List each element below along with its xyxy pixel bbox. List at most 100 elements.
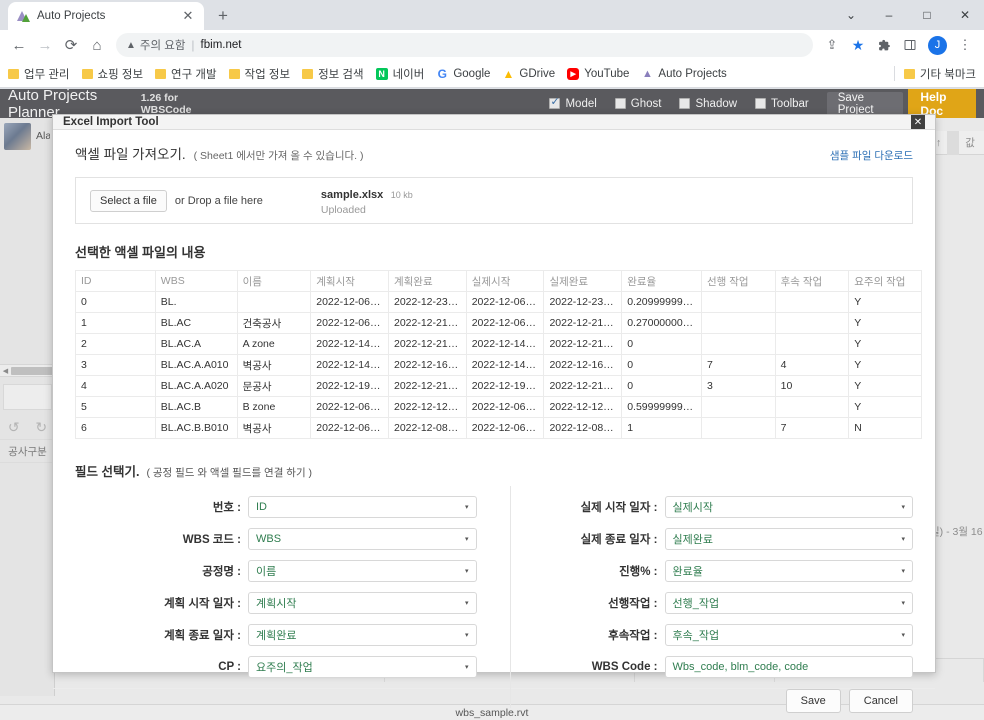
table-cell: BL.AC.A.A010 [154, 354, 238, 376]
checkbox-box[interactable] [614, 98, 626, 109]
bookmark-auto-projects[interactable]: ▲ Auto Projects [641, 68, 727, 80]
table-cell: 문공사 [236, 375, 312, 397]
share-icon[interactable]: ⇪ [819, 32, 845, 58]
redo-icon[interactable]: ↻ [35, 419, 47, 436]
checkbox-box[interactable] [679, 98, 691, 109]
file-dropzone[interactable]: Select a file or Drop a file here sample… [75, 177, 913, 224]
chevron-down-icon[interactable]: ▾ [901, 567, 905, 575]
bookmark-folder[interactable]: 정보 검색 [302, 66, 364, 82]
table-cell [700, 417, 776, 439]
close-tab-icon[interactable]: ✕ [180, 8, 196, 24]
value-column-header: 값 [965, 137, 975, 149]
browser-tab-auto-projects[interactable]: Auto Projects ✕ [8, 2, 204, 30]
table-cell: 2022-12-08T0... [387, 417, 467, 439]
checkbox-toolbar[interactable]: Toolbar [755, 98, 809, 110]
table-cell: 2022-12-21T0... [543, 333, 623, 355]
minimize-button[interactable]: – [870, 0, 908, 30]
field-select[interactable]: 실제시작 ▾ [664, 496, 913, 518]
field-select[interactable]: 계획시작 ▾ [248, 592, 477, 614]
save-button[interactable]: Save [785, 689, 841, 713]
table-cell: 2022-12-12T0... [543, 396, 623, 418]
other-bookmarks[interactable]: 기타 북마크 [893, 66, 976, 82]
checkbox-box[interactable] [755, 98, 767, 109]
scroll-left-icon[interactable]: ◀ [0, 367, 11, 375]
profile-avatar[interactable]: J [928, 35, 947, 55]
close-window-button[interactable]: ✕ [946, 0, 984, 30]
table-cell [700, 291, 776, 313]
bookmark-youtube[interactable]: ▶ YouTube [567, 67, 629, 80]
side-panel-icon[interactable] [897, 32, 923, 58]
table-cell: 2022-12-06T0... [465, 312, 545, 334]
undo-icon[interactable]: ↺ [8, 419, 20, 436]
extensions-icon[interactable] [871, 32, 897, 58]
bookmark-naver[interactable]: N 네이버 [375, 66, 424, 82]
chevron-down-icon[interactable]: ▾ [465, 567, 469, 575]
tab-title: Auto Projects [37, 10, 106, 22]
browser-menu-icon[interactable]: ⋮ [952, 32, 978, 58]
checkbox-model[interactable]: Model [549, 96, 597, 110]
chevron-down-icon[interactable]: ▾ [901, 503, 905, 511]
address-bar[interactable]: ▲ 주의 요함 | fbim.net [116, 33, 813, 57]
field-select[interactable]: 후속_작업 ▾ [664, 624, 913, 646]
new-tab-button[interactable]: + [209, 2, 237, 30]
bookmark-gdrive[interactable]: ▲ GDrive [502, 67, 555, 81]
sidebar-panel [3, 384, 52, 410]
bookmark-folder[interactable]: 작업 정보 [228, 66, 290, 82]
checkbox-shadow[interactable]: Shadow [679, 98, 737, 110]
field-label: 진행% : [619, 566, 658, 578]
chevron-down-icon[interactable]: ▾ [901, 599, 905, 607]
table-cell [774, 291, 850, 313]
chevron-down-icon[interactable]: ▾ [465, 631, 469, 639]
chevron-down-icon[interactable]: ▾ [901, 631, 905, 639]
table-cell: 2022-12-21T0... [543, 375, 623, 397]
field-select[interactable]: ID ▾ [248, 496, 477, 518]
sidebar-scrollbar[interactable]: ◀ [0, 364, 55, 377]
table-cell: 2022-12-23T0... [543, 291, 623, 313]
bookmark-star-icon[interactable]: ★ [845, 32, 871, 58]
bookmark-folder[interactable]: 연구 개발 [155, 66, 217, 82]
table-cell: 벽공사 [236, 417, 312, 439]
other-bookmarks-label: 기타 북마크 [919, 68, 976, 81]
sample-file-download-link[interactable]: 샘플 파일 다운로드 [830, 148, 913, 163]
security-warning-text: 주의 요함 [139, 40, 186, 52]
field-mapping-row: 계획 시작 일자 : 계획시작 ▾ [75, 592, 477, 614]
field-select[interactable]: 선행_작업 ▾ [664, 592, 913, 614]
chevron-down-icon[interactable]: ▾ [465, 535, 469, 543]
reload-icon[interactable]: ⟳ [58, 32, 84, 58]
field-select[interactable]: 이름 ▾ [248, 560, 477, 582]
field-select[interactable]: WBS ▾ [248, 528, 477, 550]
back-icon[interactable]: ← [6, 32, 32, 58]
field-mapping-row: 후속작업 : 후속_작업 ▾ [512, 624, 913, 646]
dialog-title: Excel Import Tool [63, 116, 159, 128]
table-cell: BL.AC.A.A020 [154, 375, 238, 397]
sidebar-user-row[interactable]: Ala [0, 118, 54, 154]
forward-icon[interactable]: → [32, 32, 58, 58]
field-select[interactable]: 요주의_작업 ▾ [248, 656, 477, 678]
chevron-down-icon[interactable]: ▾ [465, 663, 469, 671]
checkbox-box[interactable] [549, 96, 561, 109]
select-file-button[interactable]: Select a file [90, 189, 167, 212]
field-select[interactable]: 완료율 ▾ [664, 560, 913, 582]
bookmark-google[interactable]: G Google [436, 67, 490, 81]
table-row: 3 BL.AC.A.A010 벽공사 2022-12-14T0... 2022-12-1… [75, 354, 922, 376]
bookmark-folder[interactable]: 업무 관리 [8, 66, 70, 82]
field-label: 실제 시작 일자 : [580, 502, 658, 514]
field-select[interactable]: 실제완료 ▾ [664, 528, 913, 550]
cancel-button[interactable]: Cancel [848, 689, 913, 713]
home-icon[interactable]: ⌂ [84, 32, 110, 58]
table-cell [774, 312, 850, 334]
bookmark-folder[interactable]: 쇼핑 정보 [81, 66, 143, 82]
field-select[interactable]: 계획완료 ▾ [248, 624, 477, 646]
save-project-button[interactable]: Save Project [826, 92, 904, 116]
chevron-down-icon[interactable]: ▾ [901, 535, 905, 543]
checkbox-ghost[interactable]: Ghost [614, 98, 661, 110]
chevron-down-icon[interactable]: ⌄ [832, 0, 870, 30]
field-mapping-row: 실제 시작 일자 : 실제시작 ▾ [512, 496, 913, 518]
maximize-button[interactable]: □ [908, 0, 946, 30]
chevron-down-icon[interactable]: ▾ [465, 503, 469, 511]
scrollbar-thumb[interactable] [11, 366, 53, 375]
chevron-down-icon[interactable]: ▾ [465, 599, 469, 607]
field-label: 계획 종료 일자 : [164, 630, 241, 642]
field-text-input[interactable]: Wbs_code, blm_code, code [664, 656, 913, 678]
close-dialog-icon[interactable]: ✕ [911, 115, 925, 129]
